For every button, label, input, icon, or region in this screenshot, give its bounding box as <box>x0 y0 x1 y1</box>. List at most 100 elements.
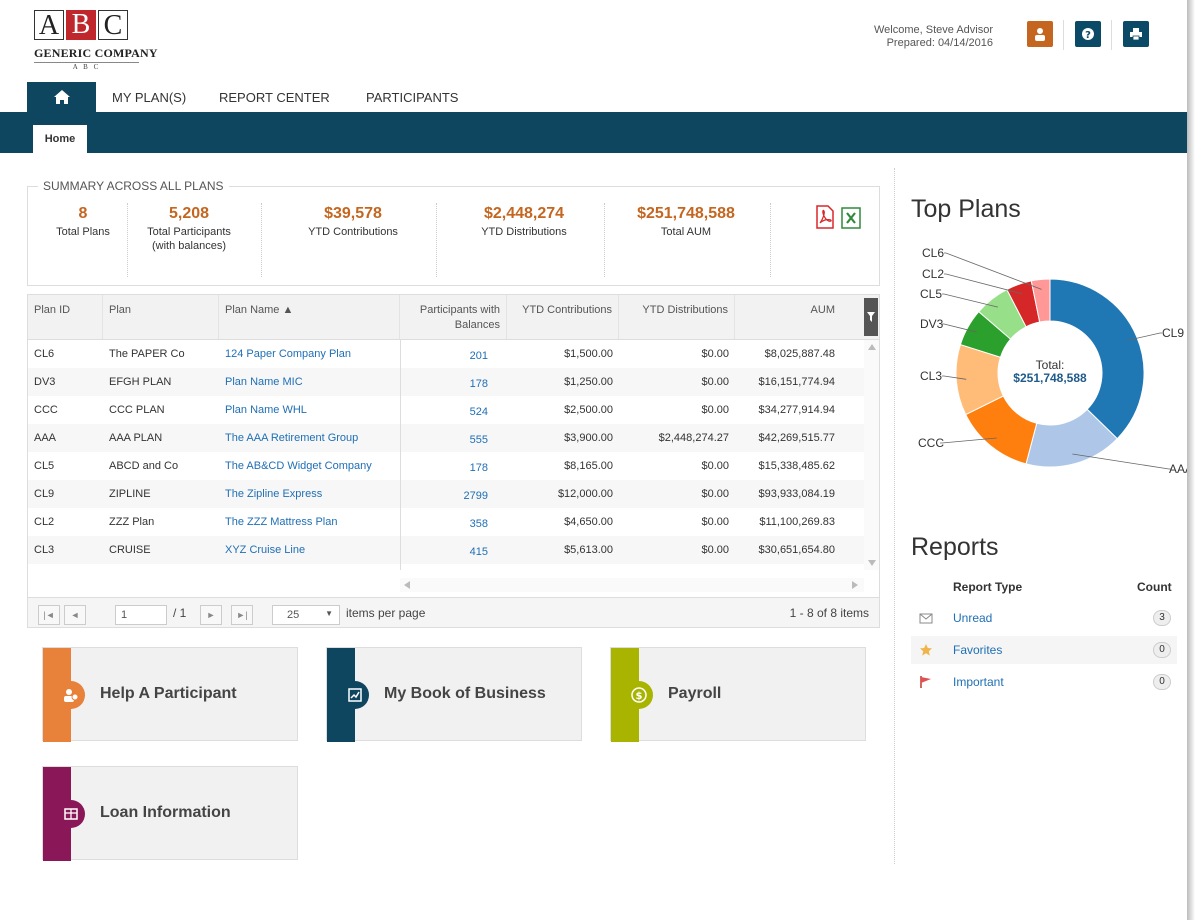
subtab-home[interactable]: Home <box>33 125 87 153</box>
cell-participants-link[interactable]: 524 <box>400 406 488 418</box>
logo-letter-a: A <box>34 10 64 41</box>
company-logo[interactable]: A B C GENERIC COMPANY A B C <box>34 10 184 76</box>
reports-col-count: Count <box>1137 580 1172 594</box>
col-aum[interactable]: AUM <box>735 295 841 339</box>
tile-help-participant[interactable]: Help A Participant <box>42 647 298 742</box>
report-label[interactable]: Favorites <box>953 643 1002 657</box>
stat-total-plans: 8 Total Plans <box>48 205 118 239</box>
svg-text:$: $ <box>636 691 643 702</box>
pager-first-button[interactable]: |◄ <box>38 605 60 625</box>
col-plan-id[interactable]: Plan ID <box>28 295 103 339</box>
cell-participants-link[interactable]: 415 <box>400 546 488 558</box>
grid-vertical-scrollbar[interactable] <box>864 340 879 570</box>
stat-label-sub: (with balances) <box>152 240 226 252</box>
cell-plan-name-link[interactable]: Plan Name WHL <box>225 404 395 416</box>
cell-plan-id: CL5 <box>34 460 55 472</box>
pdf-export-icon[interactable] <box>815 205 835 229</box>
excel-export-icon[interactable] <box>841 207 861 229</box>
cell-plan: ABCD and Co <box>109 460 179 472</box>
report-label[interactable]: Important <box>953 675 1004 689</box>
stat-label: YTD Distributions <box>481 226 567 238</box>
tile-icon-badge: $ <box>625 681 653 709</box>
scroll-up-icon[interactable] <box>868 344 876 350</box>
cell-plan-name-link[interactable]: Plan Name MIC <box>225 376 395 388</box>
window-edge-shadow <box>1187 0 1195 920</box>
cell-participants-link[interactable]: 2799 <box>400 490 488 502</box>
scroll-down-icon[interactable] <box>868 560 876 566</box>
report-row-unread[interactable]: Unread 3 <box>911 604 1177 632</box>
report-row-important[interactable]: Important 0 <box>911 668 1177 696</box>
cell-participants-link[interactable]: 555 <box>400 434 488 446</box>
col-plan-name[interactable]: Plan Name ▲ <box>219 295 400 339</box>
report-count-badge: 0 <box>1153 674 1171 690</box>
summary-legend: SUMMARY ACROSS ALL PLANS <box>38 179 229 193</box>
help-button[interactable]: ? <box>1075 21 1101 47</box>
cell-plan-name-link[interactable]: 124 Paper Company Plan <box>225 348 395 360</box>
table-row[interactable]: CL9 ZIPLINE The Zipline Express 2799 $12,000… <box>28 480 864 508</box>
cell-plan: ZZZ Plan <box>109 516 155 528</box>
tile-icon-badge <box>57 800 85 828</box>
top-plans-donut-chart[interactable]: CL9AAACCCCL3DV3CL5CL2CL6 Total: $251,748… <box>906 235 1195 485</box>
print-button[interactable] <box>1123 21 1149 47</box>
nav-home-tab[interactable] <box>27 82 96 112</box>
cell-ytd-distributions: $0.00 <box>701 544 729 556</box>
donut-center-value: $251,748,588 <box>1013 371 1087 385</box>
col-ytd-contributions[interactable]: YTD Contributions <box>507 295 619 339</box>
print-icon <box>1130 28 1142 41</box>
cell-participants-link[interactable]: 201 <box>400 350 488 362</box>
table-row[interactable]: CL6 The PAPER Co 124 Paper Company Plan 201… <box>28 340 864 368</box>
cell-aum: $34,277,914.94 <box>758 404 835 416</box>
table-row[interactable]: CL3 CRUISE XYZ Cruise Line 415 $5,613.00 $0.0… <box>28 536 864 564</box>
report-row-favorites[interactable]: Favorites 0 <box>911 636 1177 664</box>
cell-plan-name-link[interactable]: The ZZZ Mattress Plan <box>225 516 395 528</box>
logo-letter-b: B <box>66 10 96 40</box>
cell-plan: CRUISE <box>109 544 151 556</box>
col-participants[interactable]: Participants with Balances <box>400 295 507 339</box>
pager-next-button[interactable]: ► <box>200 605 222 625</box>
donut-label-ccc: CCC <box>918 436 944 450</box>
col-plan[interactable]: Plan <box>103 295 219 339</box>
user-profile-button[interactable] <box>1027 21 1053 47</box>
pager-page-input[interactable]: 1 <box>115 605 167 625</box>
cell-participants-link[interactable]: 358 <box>400 518 488 530</box>
table-row[interactable]: CL2 ZZZ Plan The ZZZ Mattress Plan 358 $4,65… <box>28 508 864 536</box>
col-ytd-distributions[interactable]: YTD Distributions <box>619 295 735 339</box>
table-row[interactable]: DV3 EFGH PLAN Plan Name MIC 178 $1,250.00 $0.… <box>28 368 864 396</box>
cell-plan-name-link[interactable]: The Zipline Express <box>225 488 395 500</box>
tile-loan-information[interactable]: Loan Information <box>42 766 298 861</box>
tile-book-of-business[interactable]: My Book of Business <box>326 647 582 742</box>
col-participants-line1: Participants with <box>419 304 500 316</box>
cell-plan-name-link[interactable]: XYZ Cruise Line <box>225 544 395 556</box>
stat-value: $251,748,588 <box>637 205 735 222</box>
summary-panel: SUMMARY ACROSS ALL PLANS 8 Total Plans 5… <box>27 179 880 286</box>
cell-participants-link[interactable]: 178 <box>400 462 488 474</box>
pager-last-button[interactable]: ►| <box>231 605 253 625</box>
nav-participants[interactable]: PARTICIPANTS <box>366 90 458 105</box>
cell-participants-link[interactable]: 178 <box>400 378 488 390</box>
tile-payroll[interactable]: $ Payroll <box>610 647 866 742</box>
cell-aum: $93,933,084.19 <box>758 488 835 500</box>
table-row[interactable]: CL5 ABCD and Co The AB&CD Widget Company 17… <box>28 452 864 480</box>
table-row[interactable]: AAA AAA PLAN The AAA Retirement Group 555 $3… <box>28 424 864 452</box>
nav-report-center[interactable]: REPORT CENTER <box>219 90 330 105</box>
grid-horizontal-scrollbar[interactable] <box>400 578 864 592</box>
pager-prev-button[interactable]: ◄ <box>64 605 86 625</box>
grid-filter-button[interactable] <box>864 298 878 336</box>
cell-aum: $16,151,774.94 <box>758 376 835 388</box>
table-row[interactable]: CCC CCC PLAN Plan Name WHL 524 $2,500.00 $0.0… <box>28 396 864 424</box>
nav-my-plans[interactable]: MY PLAN(S) <box>112 90 186 105</box>
scroll-right-icon[interactable] <box>852 581 858 589</box>
stat-label: Total Participants <box>147 226 231 238</box>
stat-value: $39,578 <box>324 205 382 222</box>
welcome-text: Welcome, Steve Advisor <box>873 24 993 36</box>
cell-plan-name-link[interactable]: The AB&CD Widget Company <box>225 460 395 472</box>
report-label[interactable]: Unread <box>953 611 992 625</box>
svg-text:?: ? <box>1085 30 1091 41</box>
grid-frozen-divider <box>400 340 401 570</box>
pager-page-size-select[interactable]: 25 ▼ <box>272 605 340 625</box>
cell-ytd-contributions: $4,650.00 <box>564 516 613 528</box>
cell-plan-name-link[interactable]: The AAA Retirement Group <box>225 432 395 444</box>
page-size-value: 25 <box>287 609 300 621</box>
scroll-left-icon[interactable] <box>404 581 410 589</box>
cell-ytd-distributions: $0.00 <box>701 516 729 528</box>
